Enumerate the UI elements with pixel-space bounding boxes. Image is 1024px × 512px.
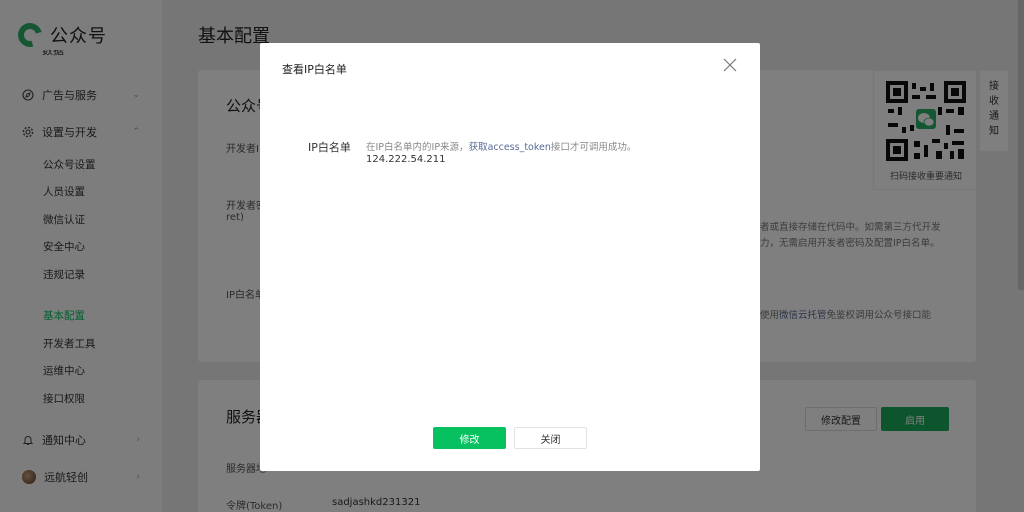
ip-whitelist-dialog: 查看IP白名单 IP白名单 在IP白名单内的IP来源，获取access_toke…	[260, 43, 760, 471]
ip-whitelist-description: 在IP白名单内的IP来源，获取access_token接口才可调用成功。	[366, 142, 637, 153]
close-icon[interactable]	[722, 57, 738, 73]
modify-button[interactable]: 修改	[433, 427, 506, 449]
access-token-link[interactable]: 获取access_token	[469, 142, 551, 153]
ip-whitelist-field-label: IP白名单	[308, 141, 351, 154]
close-button[interactable]: 关闭	[514, 427, 587, 449]
ip-whitelist-value: 124.222.54.211	[366, 154, 446, 165]
dialog-title: 查看IP白名单	[282, 63, 347, 76]
